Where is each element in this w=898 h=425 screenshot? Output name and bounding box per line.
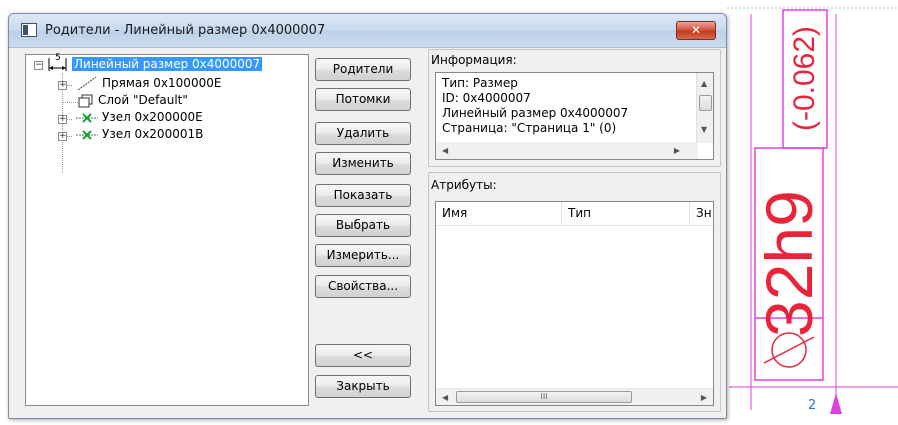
info-text-box[interactable]: Тип: Размер ID: 0x4000007 Линейный разме… <box>435 72 714 160</box>
tree-item-line[interactable]: Прямая 0x100000E <box>102 75 221 92</box>
delete-button[interactable]: Удалить <box>315 122 411 145</box>
info-horizontal-scrollbar[interactable]: ◀ ▶ <box>436 142 698 159</box>
info-line: Тип: Размер <box>442 76 518 90</box>
measure-button[interactable]: Измерить... <box>315 244 411 267</box>
linear-dimension-icon: 5 <box>46 53 70 72</box>
column-header-type[interactable]: Тип <box>562 202 690 225</box>
parents-dialog: Родители - Линейный размер 0x4000007 ✕ −… <box>8 13 727 419</box>
dimension-value-text: 32h9 <box>752 190 826 338</box>
window-title: Родители - Линейный размер 0x4000007 <box>45 23 326 38</box>
scroll-left-icon[interactable]: ◀ <box>442 393 448 402</box>
close-window-button[interactable]: ✕ <box>676 21 716 40</box>
window-icon <box>21 23 37 37</box>
attributes-list[interactable]: Имя Тип Зн ◀ III ▶ <box>435 201 714 406</box>
object-tree[interactable]: − 5 Линейный размер 0x4000007 + Прямая 0… <box>25 53 309 406</box>
node-icon <box>76 110 98 126</box>
attributes-label: Атрибуты: <box>431 178 497 192</box>
scroll-right-icon[interactable]: ▶ <box>674 146 680 155</box>
show-button[interactable]: Показать <box>315 184 411 207</box>
scroll-up-icon[interactable]: ▲ <box>701 79 707 88</box>
info-line: Линейный размер 0x4000007 <box>442 106 629 120</box>
tree-item-label: Линейный размер 0x4000007 <box>72 57 263 71</box>
properties-button[interactable]: Свойства... <box>315 275 411 298</box>
scroll-down-icon[interactable]: ▼ <box>701 125 707 134</box>
scroll-thumb[interactable] <box>699 95 712 111</box>
expand-toggle[interactable]: + <box>58 115 67 124</box>
title-bar[interactable]: Родители - Линейный размер 0x4000007 ✕ <box>9 14 726 48</box>
scroll-thumb[interactable]: III <box>456 391 632 403</box>
collapse-toggle[interactable]: − <box>34 61 43 70</box>
node-icon <box>76 127 98 143</box>
expand-toggle[interactable]: + <box>58 81 67 90</box>
dimension-icon-text: 5 <box>55 53 61 63</box>
tree-item-linear-dimension[interactable]: Линейный размер 0x4000007 <box>72 56 263 73</box>
tree-item-node[interactable]: Узел 0x200000E <box>102 109 203 126</box>
info-line: ID: 0x4000007 <box>442 91 531 105</box>
tree-item-node[interactable]: Узел 0x200001B <box>102 126 203 143</box>
attributes-horizontal-scrollbar[interactable]: ◀ III ▶ <box>436 388 713 405</box>
scroll-left-icon[interactable]: ◀ <box>442 146 448 155</box>
close-button[interactable]: Закрыть <box>315 375 411 398</box>
edit-button[interactable]: Изменить <box>315 152 411 175</box>
header-divider <box>436 225 713 226</box>
children-button[interactable]: Потомки <box>315 88 411 111</box>
select-button[interactable]: Выбрать <box>315 214 411 237</box>
sheet-number: 2 <box>808 398 817 413</box>
line-icon <box>76 75 98 91</box>
parents-button[interactable]: Родители <box>315 58 411 81</box>
column-header-value[interactable]: Зн <box>690 202 713 225</box>
info-vertical-scrollbar[interactable]: ▲ ▼ <box>696 73 713 143</box>
scroll-right-icon[interactable]: ▶ <box>701 393 707 402</box>
column-header-name[interactable]: Имя <box>436 202 562 225</box>
info-label: Информация: <box>431 53 517 67</box>
dimension-tolerance-text: (-0.062) <box>788 25 821 131</box>
tree-item-layer[interactable]: Слой "Default" <box>98 92 188 109</box>
info-line: Страница: "Страница 1" (0) <box>442 121 617 135</box>
collapse-button[interactable]: << <box>315 344 411 367</box>
expand-toggle[interactable]: + <box>58 132 67 141</box>
layer-icon <box>78 93 94 109</box>
